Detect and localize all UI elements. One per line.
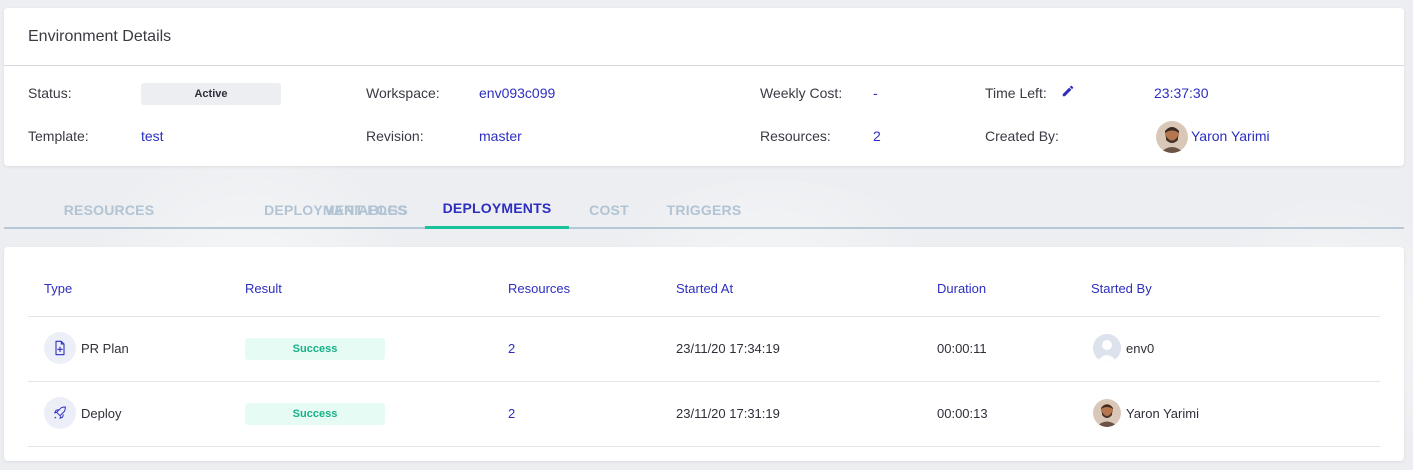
tab-cost[interactable]: COST (574, 190, 644, 229)
header-result[interactable]: Result (245, 281, 282, 296)
row-divider (28, 446, 1380, 447)
revision-value: master (479, 128, 522, 144)
created-by-label: Created By: (985, 128, 1059, 144)
environment-details-card: Environment Details Status: Active Templ… (4, 8, 1404, 166)
header-duration[interactable]: Duration (937, 281, 986, 296)
result-badge: Success (245, 338, 385, 360)
row-started-at: 23/11/20 17:34:19 (676, 341, 780, 356)
row-resources: 2 (508, 406, 516, 421)
row-type: Deploy (81, 406, 122, 421)
creator-avatar (1156, 121, 1188, 153)
tab-deployments[interactable]: DEPLOYMENTS (425, 190, 569, 229)
tab-variables[interactable]: VARIABLES (314, 190, 418, 229)
revision-label: Revision: (366, 128, 424, 144)
status-badge: Active (141, 83, 281, 105)
pencil-icon[interactable] (1061, 84, 1075, 98)
document-plan-icon (44, 332, 76, 364)
time-left-label: Time Left: (985, 85, 1047, 101)
tab-triggers[interactable]: TRIGGERS (654, 190, 754, 229)
row-type: PR Plan (81, 341, 129, 356)
row-duration: 00:00:11 (937, 341, 987, 356)
header-resources[interactable]: Resources (508, 281, 570, 296)
row-resources: 2 (508, 341, 516, 356)
row-divider (28, 381, 1380, 382)
created-by-link[interactable]: Yaron Yarimi (1191, 128, 1270, 144)
tab-bar: RESOURCES DEPLOYMENT-LOGS VARIABLES DEPL… (4, 190, 1404, 229)
workspace-link[interactable]: env093c099 (479, 85, 555, 101)
deployments-table: Type Result Resources Started At Duratio… (4, 247, 1404, 461)
row-started-by: env0 (1126, 341, 1155, 356)
header-type[interactable]: Type (44, 281, 72, 296)
rocket-icon (44, 397, 76, 429)
result-badge: Success (245, 403, 385, 425)
user-photo-avatar (1093, 399, 1121, 427)
default-user-avatar (1093, 334, 1121, 362)
details-title: Environment Details (28, 27, 172, 45)
resources-value: 2 (873, 128, 881, 144)
time-left-value: 23:37:30 (1154, 85, 1209, 101)
template-link[interactable]: test (141, 128, 164, 144)
weekly-cost-label: Weekly Cost: (760, 85, 843, 101)
status-label: Status: (28, 85, 72, 101)
row-duration: 00:00:13 (937, 406, 988, 421)
template-label: Template: (28, 128, 89, 144)
tab-resources[interactable]: RESOURCES (4, 190, 214, 229)
row-started-by: Yaron Yarimi (1126, 406, 1199, 421)
row-started-at: 23/11/20 17:31:19 (676, 406, 780, 421)
workspace-label: Workspace: (366, 85, 440, 101)
header-started-by[interactable]: Started By (1091, 281, 1152, 296)
header-started-at[interactable]: Started At (676, 281, 733, 296)
weekly-cost-value: - (873, 85, 878, 101)
details-header: Environment Details (4, 8, 1404, 66)
row-divider (28, 316, 1380, 317)
resources-label: Resources: (760, 128, 831, 144)
